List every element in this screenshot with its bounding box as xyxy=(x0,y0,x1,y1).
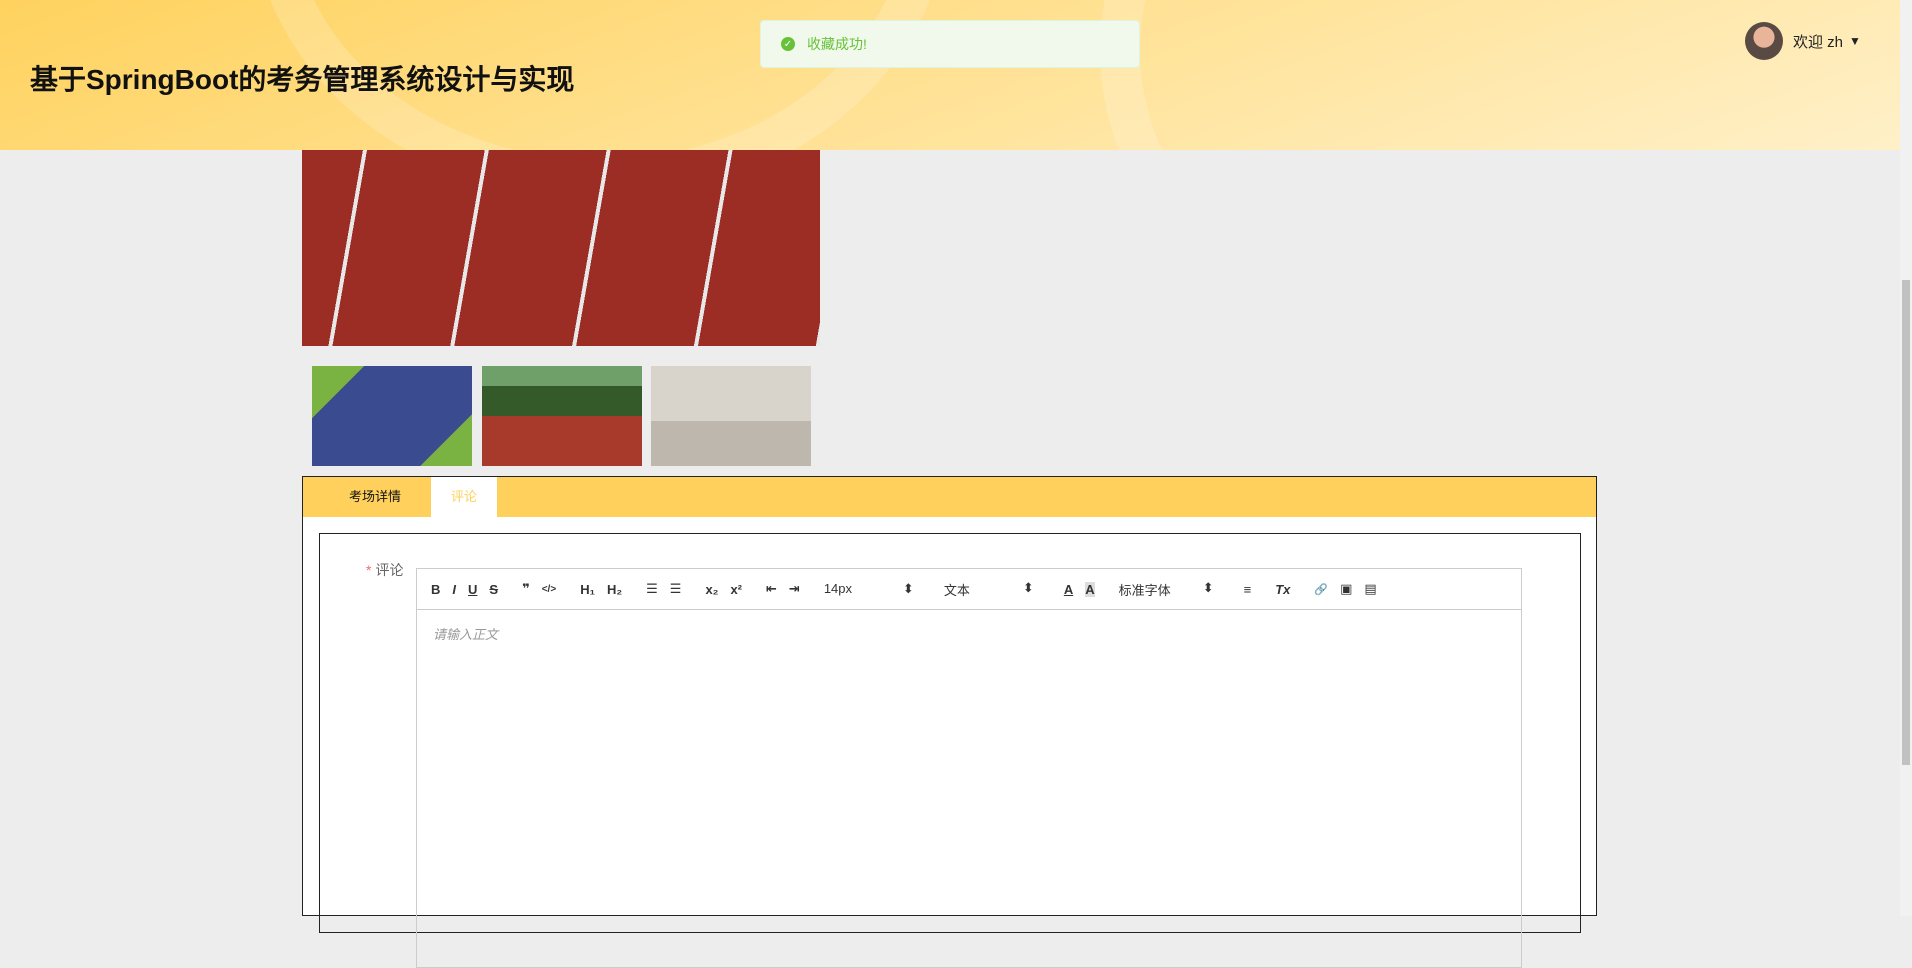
site-title: 基于SpringBoot的考务管理系统设计与实现 xyxy=(30,64,575,95)
page-scrollbar[interactable] xyxy=(1900,0,1912,916)
h1-button[interactable]: H₁ xyxy=(580,582,595,597)
outdent-button[interactable]: ⇤ xyxy=(766,581,777,597)
editor-toolbar: B I U S ❞ </> H₁ H₂ ☰ ☰ x₂ x² ⇤ ⇥ 14px ⬍ … xyxy=(417,569,1521,610)
code-block-button[interactable]: </> xyxy=(542,584,556,595)
thumbnail-3[interactable] xyxy=(651,366,811,466)
comment-label: * 评论 xyxy=(366,560,403,580)
italic-button[interactable]: I xyxy=(452,582,456,597)
thumbnail-2[interactable] xyxy=(482,366,642,466)
superscript-button[interactable]: x² xyxy=(730,582,742,597)
h2-button[interactable]: H₂ xyxy=(607,582,622,597)
blockquote-button[interactable]: ❞ xyxy=(522,581,530,597)
select-arrows-icon: ⬍ xyxy=(1022,579,1034,595)
tab-comments[interactable]: 评论 xyxy=(431,477,498,517)
header-select[interactable]: 文本 ⬍ xyxy=(944,580,1034,599)
welcome-text: 欢迎 zh xyxy=(1793,33,1844,51)
success-toast: ✓ 收藏成功! xyxy=(760,20,1140,68)
font-family-value: 标准字体 xyxy=(1118,582,1171,598)
rich-text-editor: B I U S ❞ </> H₁ H₂ ☰ ☰ x₂ x² ⇤ ⇥ 14px ⬍ … xyxy=(416,568,1522,968)
scrollbar-thumb[interactable] xyxy=(1902,280,1910,765)
select-arrows-icon: ⬍ xyxy=(902,581,914,596)
font-size-value: 14px xyxy=(823,581,853,596)
underline-button[interactable]: U xyxy=(468,582,477,597)
check-circle-icon: ✓ xyxy=(781,37,795,51)
select-arrows-icon: ⬍ xyxy=(1202,579,1214,595)
text-color-button[interactable]: A xyxy=(1064,582,1073,597)
comment-form: * 评论 B I U S ❞ </> H₁ H₂ ☰ ☰ x₂ x² ⇤ ⇥ 14… xyxy=(319,533,1581,968)
link-button[interactable]: 🔗 xyxy=(1314,583,1328,596)
align-button[interactable]: ≡ xyxy=(1244,582,1252,597)
bold-button[interactable]: B xyxy=(431,582,440,597)
bullet-list-button[interactable]: ☰ xyxy=(670,581,682,597)
tab-bar: 考场详情 评论 xyxy=(303,477,1596,517)
tabs-panel: 考场详情 评论 * 评论 B I U S ❞ </> H₁ H₂ ☰ ☰ x₂ x… xyxy=(302,476,1597,968)
background-color-button[interactable]: A xyxy=(1085,581,1095,597)
tab-exam-details[interactable]: 考场详情 xyxy=(303,477,431,517)
indent-button[interactable]: ⇥ xyxy=(789,581,800,597)
header-value: 文本 xyxy=(943,582,970,598)
font-size-select[interactable]: 14px ⬍ xyxy=(824,581,914,597)
video-button[interactable]: ▤ xyxy=(1364,581,1376,597)
image-button[interactable]: ▣ xyxy=(1340,581,1352,597)
subscript-button[interactable]: x₂ xyxy=(705,582,718,597)
clear-format-button[interactable]: Tx xyxy=(1275,582,1290,597)
strike-button[interactable]: S xyxy=(489,582,498,597)
ordered-list-button[interactable]: ☰ xyxy=(646,581,658,597)
comment-label-text: 评论 xyxy=(375,562,404,578)
user-menu[interactable]: 欢迎 zh ▼ xyxy=(1745,22,1861,60)
editor-content[interactable]: 请输入正文 xyxy=(417,610,1521,657)
font-family-select[interactable]: 标准字体 ⬍ xyxy=(1119,580,1214,599)
avatar[interactable] xyxy=(1745,22,1783,60)
main-image xyxy=(302,150,820,346)
required-mark: * xyxy=(366,562,372,578)
caret-down-icon[interactable]: ▼ xyxy=(1849,34,1861,48)
thumbnail-1[interactable] xyxy=(312,366,472,466)
toast-message: 收藏成功! xyxy=(807,36,867,52)
